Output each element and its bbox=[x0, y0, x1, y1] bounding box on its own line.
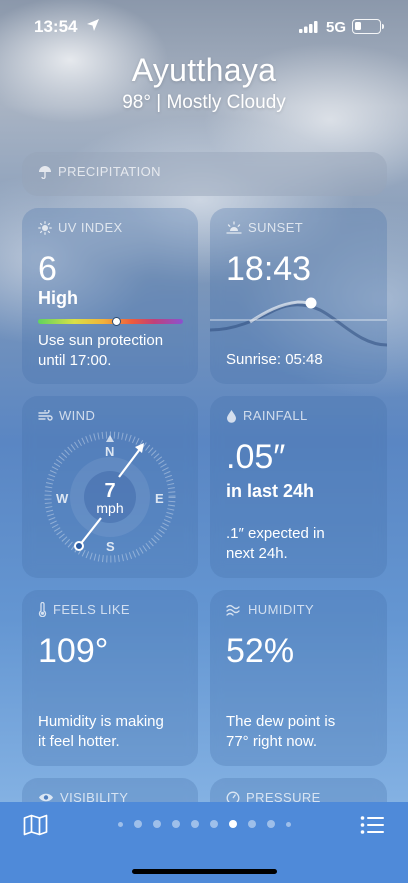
page-dot[interactable] bbox=[210, 820, 218, 828]
precipitation-title: PRECIPITATION bbox=[38, 164, 161, 179]
feels-like-note-line1: Humidity is making bbox=[38, 713, 164, 730]
uv-index-title: UV INDEX bbox=[38, 220, 123, 235]
feels-like-card[interactable]: FEELS LIKE 109° Humidity is making it fe… bbox=[22, 590, 198, 766]
rainfall-note-line1: .1″ expected in bbox=[226, 525, 325, 542]
sunset-card[interactable]: SUNSET 18:43 Sunrise: 05:48 bbox=[210, 208, 387, 384]
page-dot[interactable] bbox=[118, 821, 123, 827]
humidity-card[interactable]: HUMIDITY 52% The dew point is 77° right … bbox=[210, 590, 387, 766]
rainfall-title: RAINFALL bbox=[226, 408, 308, 423]
compass-north: N bbox=[105, 444, 115, 459]
uv-index-scale bbox=[38, 317, 183, 326]
sun-path-graph bbox=[210, 297, 387, 347]
sun-icon bbox=[38, 220, 52, 235]
rainfall-amount: .05″ bbox=[226, 438, 286, 476]
network-label: 5G bbox=[326, 19, 347, 36]
sunset-title: SUNSET bbox=[226, 220, 303, 235]
page-dot[interactable] bbox=[229, 820, 237, 828]
home-indicator bbox=[132, 869, 277, 874]
humidity-note-line2: 77° right now. bbox=[226, 733, 318, 750]
wind-icon bbox=[38, 409, 53, 421]
feels-like-value: 109° bbox=[38, 632, 109, 670]
humidity-icon bbox=[226, 604, 240, 616]
page-dot[interactable] bbox=[153, 820, 161, 828]
page-indicator[interactable] bbox=[118, 820, 291, 828]
sunset-time: 18:43 bbox=[226, 250, 312, 288]
page-dot[interactable] bbox=[172, 820, 180, 828]
weather-summary: 98° | Mostly Cloudy bbox=[122, 92, 286, 113]
feels-like-title: FEELS LIKE bbox=[38, 602, 130, 617]
uv-index-note-line1: Use sun protection bbox=[38, 332, 164, 349]
raindrop-icon bbox=[227, 409, 236, 423]
umbrella-icon bbox=[39, 165, 51, 179]
precipitation-card[interactable]: PRECIPITATION bbox=[22, 152, 387, 196]
signal-icon bbox=[299, 21, 318, 33]
location-arrow-icon bbox=[87, 19, 99, 31]
rainfall-period: in last 24h bbox=[226, 481, 315, 501]
status-time: 13:54 bbox=[34, 17, 78, 36]
sun-position-marker bbox=[305, 297, 317, 309]
rainfall-card[interactable]: RAINFALL .05″ in last 24h .1″ expected i… bbox=[210, 396, 387, 578]
list-icon[interactable] bbox=[360, 815, 385, 835]
sunrise-time: Sunrise: 05:48 bbox=[226, 351, 323, 368]
uv-index-note-line2: until 17:00. bbox=[38, 352, 112, 369]
compass-south: S bbox=[106, 539, 115, 554]
page-dot[interactable] bbox=[191, 820, 199, 828]
uv-index-value: 6 bbox=[38, 250, 57, 288]
humidity-value: 52% bbox=[226, 632, 295, 670]
uv-index-marker bbox=[112, 317, 122, 326]
city-name: Ayutthaya bbox=[131, 52, 277, 88]
wind-unit: mph bbox=[96, 500, 124, 516]
humidity-note-line1: The dew point is bbox=[226, 713, 336, 730]
rainfall-note-line2: next 24h. bbox=[226, 545, 288, 562]
page-dot[interactable] bbox=[248, 820, 256, 828]
wind-title: WIND bbox=[38, 408, 95, 423]
battery-icon bbox=[352, 19, 384, 34]
wind-card[interactable]: WIND N E S W 7 mph bbox=[22, 396, 198, 578]
uv-index-card[interactable]: UV INDEX 6 High Use sun protection until… bbox=[22, 208, 198, 384]
humidity-title: HUMIDITY bbox=[226, 602, 314, 617]
status-bar: 13:54 5G bbox=[0, 0, 408, 52]
thermometer-icon bbox=[38, 602, 47, 617]
page-dot[interactable] bbox=[267, 820, 275, 828]
sunset-icon bbox=[226, 220, 242, 234]
uv-index-level: High bbox=[38, 288, 78, 308]
map-icon[interactable] bbox=[23, 814, 48, 836]
feels-like-note-line2: it feel hotter. bbox=[38, 733, 120, 750]
page-dot[interactable] bbox=[134, 820, 142, 828]
page-dot[interactable] bbox=[286, 821, 291, 827]
